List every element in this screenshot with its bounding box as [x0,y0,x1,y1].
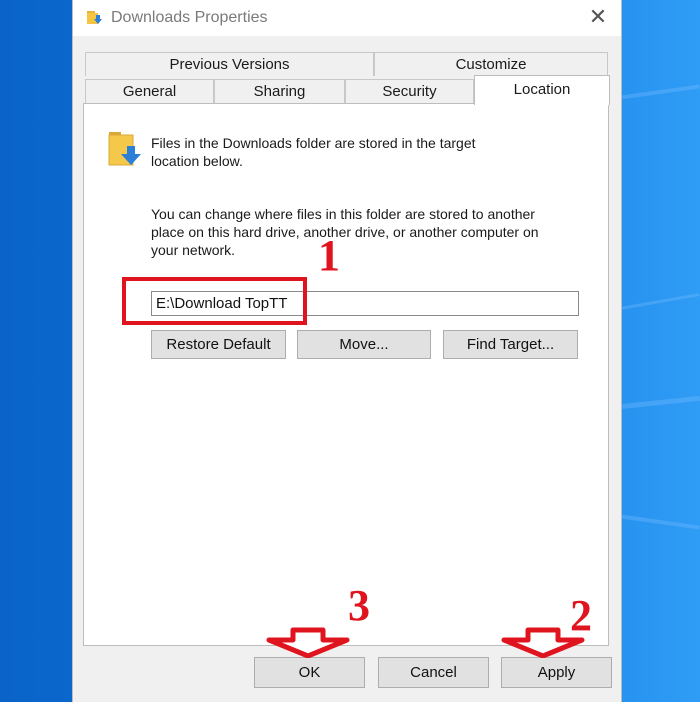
intro-text-line: Files in the Downloads folder are stored… [151,135,476,151]
step-number-1: 1 [318,231,340,280]
window-title: Downloads Properties [111,9,268,26]
tab-security[interactable]: Security [345,79,474,103]
restore-default-button[interactable]: Restore Default [151,330,286,359]
desktop-light-streak [619,395,700,410]
find-target-button[interactable]: Find Target... [443,330,578,359]
tab-general[interactable]: General [85,79,214,103]
arrow-down-icon [501,627,585,658]
location-tab-panel: Files in the Downloads folder are stored… [83,103,609,646]
downloads-folder-icon [87,11,102,24]
arrow-down-icon [266,627,350,658]
description-text-line: You can change where files in this folde… [151,206,535,222]
cancel-button[interactable]: Cancel [378,657,489,688]
apply-button[interactable]: Apply [501,657,612,688]
downloads-folder-icon [108,132,141,166]
desktop-light-streak [620,293,700,310]
close-icon[interactable]: ✕ [575,0,621,36]
highlight-box-path [122,277,307,325]
tab-location[interactable]: Location [474,75,610,105]
tab-customize[interactable]: Customize [374,52,608,76]
intro-text-line: location below. [151,153,243,169]
description-text-line: your network. [151,242,236,258]
description-text-line: place on this hard drive, another drive,… [151,224,539,240]
move-button[interactable]: Move... [297,330,431,359]
ok-button[interactable]: OK [254,657,365,688]
tab-previous-versions[interactable]: Previous Versions [85,52,374,76]
desktop-light-streak [620,84,700,100]
title-bar: Downloads Properties ✕ [73,0,621,36]
properties-dialog: Downloads Properties ✕ Previous Versions… [72,0,622,702]
tab-sharing[interactable]: Sharing [214,79,345,103]
desktop-light-streak [620,514,700,530]
